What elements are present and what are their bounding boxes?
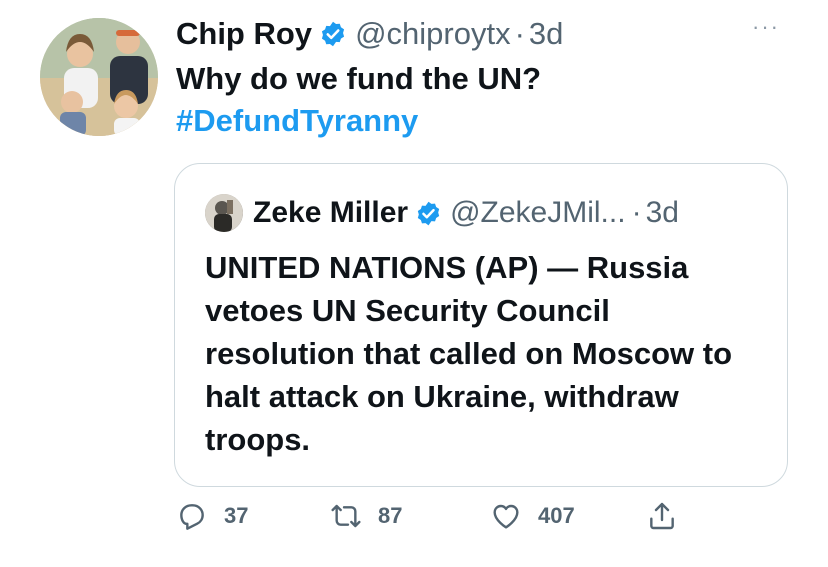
verified-badge-icon: [417, 201, 440, 225]
like-button[interactable]: 407: [490, 500, 575, 532]
reply-count: 37: [224, 503, 249, 528]
tweet-text: Why do we fund the UN? #DefundTyranny: [176, 58, 541, 142]
share-icon: [650, 502, 674, 530]
avatar-photo: [40, 18, 158, 136]
tweet-header: Chip Roy @chiproytx · 3d: [176, 14, 563, 54]
retweet-icon: [331, 504, 361, 528]
reply-icon: [180, 504, 204, 530]
author-avatar[interactable]: [40, 18, 158, 136]
hashtag-link[interactable]: #DefundTyranny: [176, 100, 541, 142]
like-count: 407: [538, 503, 575, 528]
author-handle[interactable]: @chiproytx: [355, 14, 511, 54]
quoted-author-name: Zeke Miller: [253, 196, 409, 229]
quoted-tweet-timestamp: 3d: [645, 196, 679, 229]
share-button[interactable]: [646, 500, 694, 532]
tweet-actions: 37 87 407: [0, 500, 828, 550]
retweet-button[interactable]: 87: [330, 500, 402, 532]
quoted-tweet-card[interactable]: Zeke Miller @ZekeJMil... · 3d UNITED NAT…: [174, 163, 788, 487]
reply-button[interactable]: 37: [176, 500, 248, 532]
retweet-count: 87: [378, 503, 403, 528]
more-icon[interactable]: ···: [752, 14, 780, 40]
header-separator: ·: [514, 16, 525, 51]
quoted-tweet-text: UNITED NATIONS (AP) — Russia vetoes UN S…: [205, 250, 733, 457]
quoted-tweet-header: Zeke Miller @ZekeJMil... · 3d: [205, 194, 679, 232]
verified-badge-icon: [321, 21, 345, 47]
quoted-author-avatar[interactable]: [205, 194, 243, 232]
tweet-text-line: Why do we fund the UN?: [176, 61, 542, 96]
quoted-author-handle: @ZekeJMil...: [450, 196, 626, 229]
tweet-timestamp[interactable]: 3d: [529, 14, 563, 54]
quoted-header-separator: ·: [631, 196, 642, 229]
tweet[interactable]: Chip Roy @chiproytx · 3d ··· Why do we f…: [0, 0, 828, 567]
heart-icon: [493, 504, 519, 529]
quoted-avatar-photo: [205, 194, 243, 232]
author-name[interactable]: Chip Roy: [176, 14, 312, 54]
